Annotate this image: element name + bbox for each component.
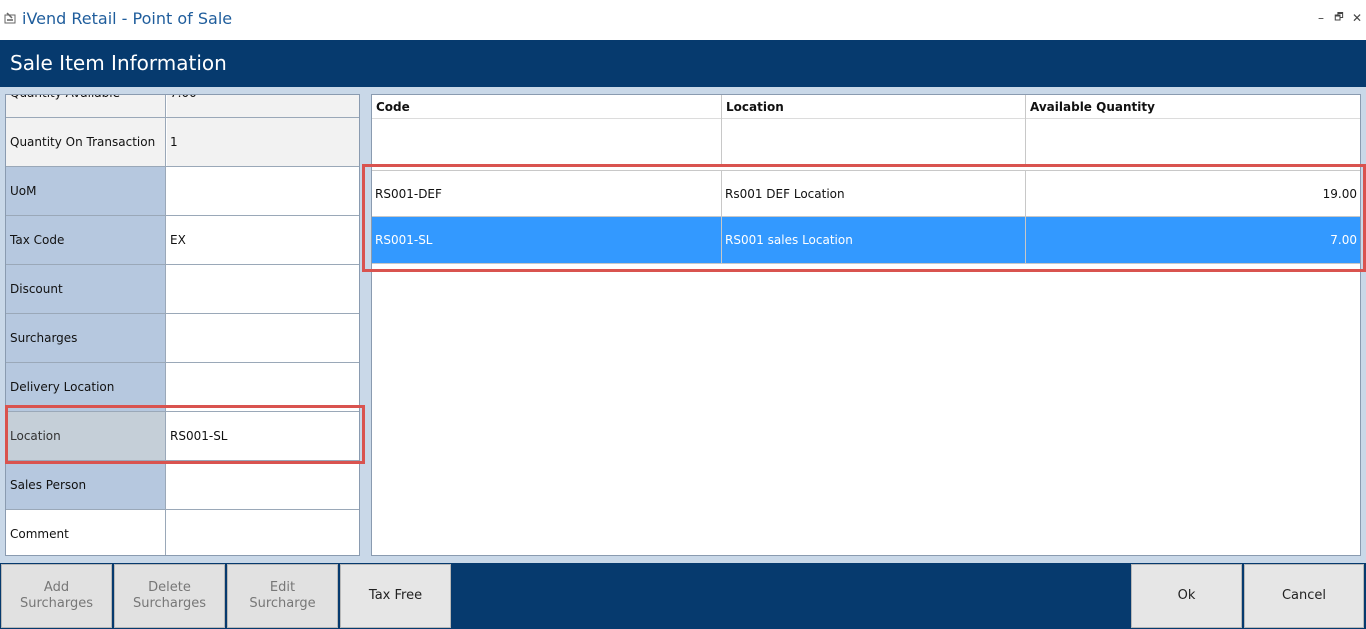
delete-surcharges-button[interactable]: Delete Surcharges	[114, 564, 225, 628]
property-value[interactable]	[167, 314, 359, 362]
sale-item-properties: Quantity Available 7.00 Quantity On Tran…	[5, 94, 360, 556]
cell-code[interactable]: RS001-SL	[372, 217, 721, 263]
cell-available-quantity[interactable]: 19.00	[1026, 171, 1360, 217]
property-row-surcharges[interactable]: Surcharges	[6, 314, 359, 363]
row-divider	[372, 164, 1360, 165]
column-header-available-quantity[interactable]: Available Quantity	[1026, 95, 1360, 119]
property-value: 7.00	[167, 95, 359, 117]
window-title: iVend Retail - Point of Sale	[22, 9, 233, 28]
pos-app-icon	[4, 12, 16, 24]
property-value[interactable]: RS001-SL	[167, 412, 359, 460]
page-header: Sale Item Information	[0, 40, 1366, 87]
column-header-location[interactable]: Location	[722, 95, 1026, 119]
property-label: Location	[6, 412, 166, 460]
property-row-quantity-available: Quantity Available 7.00	[6, 95, 359, 118]
property-label: Delivery Location	[6, 363, 166, 411]
cell-code[interactable]: RS001-DEF	[372, 171, 721, 217]
ok-button[interactable]: Ok	[1131, 564, 1242, 628]
property-label: Quantity On Transaction	[6, 118, 166, 166]
property-label: Sales Person	[6, 461, 166, 509]
property-row-uom[interactable]: UoM	[6, 167, 359, 216]
cell-available-quantity[interactable]: 7.00	[1026, 217, 1360, 263]
close-button[interactable]: ✕	[1350, 10, 1364, 26]
page-title: Sale Item Information	[10, 51, 227, 75]
cell-location[interactable]: Rs001 DEF Location	[722, 171, 1025, 217]
property-value[interactable]	[167, 510, 359, 555]
property-row-discount[interactable]: Discount	[6, 265, 359, 314]
property-value[interactable]	[167, 265, 359, 313]
property-row-comment[interactable]: Comment	[6, 510, 359, 555]
property-row-delivery-location[interactable]: Delivery Location	[6, 363, 359, 412]
edit-surcharge-button[interactable]: Edit Surcharge	[227, 564, 338, 628]
property-value[interactable]: EX	[167, 216, 359, 264]
column-divider	[1025, 95, 1026, 165]
property-label: Quantity Available	[6, 95, 166, 117]
property-label: UoM	[6, 167, 166, 215]
property-row-sales-person[interactable]: Sales Person	[6, 461, 359, 510]
property-label: Discount	[6, 265, 166, 313]
window-titlebar: iVend Retail - Point of Sale – 🗗 ✕	[0, 0, 1366, 40]
location-table: Code Location Available Quantity RS001-D…	[371, 94, 1361, 556]
cancel-button[interactable]: Cancel	[1244, 564, 1364, 628]
add-surcharges-button[interactable]: Add Surcharges	[1, 564, 112, 628]
minimize-button[interactable]: –	[1314, 10, 1328, 26]
cell-location[interactable]: RS001 sales Location	[722, 217, 1025, 263]
property-value[interactable]	[167, 363, 359, 411]
property-row-location[interactable]: Location RS001-SL	[6, 412, 359, 461]
property-value[interactable]	[167, 461, 359, 509]
column-header-code[interactable]: Code	[372, 95, 722, 119]
restore-button[interactable]: 🗗	[1332, 10, 1346, 26]
property-label: Tax Code	[6, 216, 166, 264]
property-row-quantity-on-transaction[interactable]: Quantity On Transaction 1	[6, 118, 359, 167]
row-divider	[372, 263, 1360, 264]
property-value[interactable]: 1	[167, 118, 359, 166]
property-value[interactable]	[167, 167, 359, 215]
property-label: Comment	[6, 510, 166, 555]
property-row-tax-code[interactable]: Tax Code EX	[6, 216, 359, 265]
tax-free-button[interactable]: Tax Free	[340, 564, 451, 628]
column-divider	[721, 95, 722, 165]
action-bar: Add Surcharges Delete Surcharges Edit Su…	[0, 563, 1366, 629]
property-label: Surcharges	[6, 314, 166, 362]
